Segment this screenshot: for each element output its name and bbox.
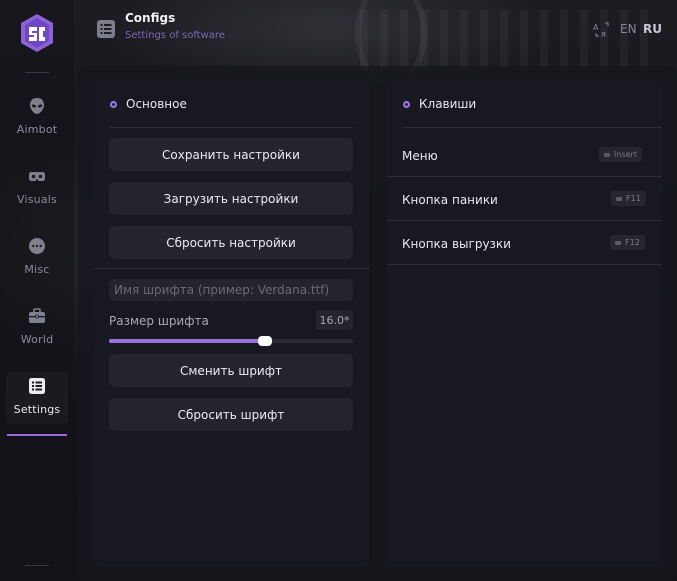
divider (109, 127, 353, 128)
sidebar-divider (25, 565, 49, 566)
list-icon (29, 378, 45, 394)
keybind-unload-label: Кнопка выгрузки (402, 237, 511, 251)
svg-text:A: A (593, 23, 599, 32)
keybind-menu-label: Меню (402, 149, 438, 163)
keybind-menu-key[interactable]: Insert (599, 147, 642, 162)
font-name-input[interactable] (109, 279, 353, 301)
divider (387, 176, 662, 177)
font-size-label: Размер шрифта (109, 314, 209, 328)
list-icon (97, 20, 115, 38)
keybind-panic-key[interactable]: F11 (611, 191, 646, 206)
panel-title: Клавиши (402, 97, 476, 111)
logo-icon (21, 14, 53, 52)
sidebar-item-label: Settings (13, 403, 61, 416)
translate-icon[interactable]: A Я (593, 21, 610, 38)
panel-title-label: Основное (126, 97, 187, 111)
divider (387, 264, 662, 265)
gear-icon (109, 100, 118, 108)
save-settings-button[interactable]: Сохранить настройки (109, 138, 353, 171)
page-subtitle: Settings of software (125, 30, 225, 41)
key-label: Insert (614, 150, 637, 159)
load-settings-button[interactable]: Загрузить настройки (109, 182, 353, 215)
divider (402, 127, 662, 128)
key-label: F11 (626, 194, 641, 203)
divider (387, 220, 662, 221)
sidebar-item-label: World (20, 333, 54, 346)
language-ru[interactable]: RU (643, 22, 662, 36)
font-size-slider[interactable] (109, 336, 353, 346)
sidebar-item-label: Aimbot (16, 123, 58, 136)
page-title: Configs (125, 11, 176, 25)
reset-settings-button[interactable]: Сбросить настройки (109, 226, 353, 259)
slider-fill (109, 339, 266, 343)
alien-icon (30, 98, 44, 114)
briefcase-icon (29, 308, 45, 323)
sidebar-item-label: Misc (24, 263, 50, 276)
slider-handle[interactable] (258, 336, 273, 346)
font-size-value: 16.0* (316, 310, 353, 330)
sidebar-item-misc[interactable]: Misc (0, 233, 74, 293)
language-en[interactable]: EN (620, 22, 637, 36)
sidebar: Aimbot Visuals Misc World Settings (0, 0, 74, 581)
svg-text:Я: Я (601, 31, 606, 38)
key-label: F12 (625, 238, 640, 247)
panel-title-label: Клавиши (419, 97, 477, 111)
more-dots-icon (29, 238, 45, 254)
keybind-panic-label: Кнопка паники (402, 193, 498, 207)
keyboard-icon (616, 196, 622, 201)
sidebar-item-aimbot[interactable]: Aimbot (0, 93, 74, 153)
sidebar-divider (25, 72, 49, 73)
divider (94, 268, 369, 269)
keyboard-icon (604, 152, 610, 157)
sidebar-item-settings[interactable]: Settings (0, 373, 74, 436)
gear-icon (402, 100, 411, 108)
background-pattern (360, 10, 660, 70)
change-font-button[interactable]: Сменить шрифт (109, 354, 353, 387)
reset-font-button[interactable]: Сбросить шрифт (109, 398, 353, 431)
panel-title: Основное (109, 97, 187, 111)
sidebar-item-world[interactable]: World (0, 303, 74, 363)
keybind-unload-key[interactable]: F12 (610, 235, 645, 250)
sidebar-item-label: Visuals (17, 193, 57, 206)
vr-headset-icon (29, 172, 45, 181)
sidebar-item-visuals[interactable]: Visuals (0, 163, 74, 223)
keyboard-icon (615, 240, 621, 245)
